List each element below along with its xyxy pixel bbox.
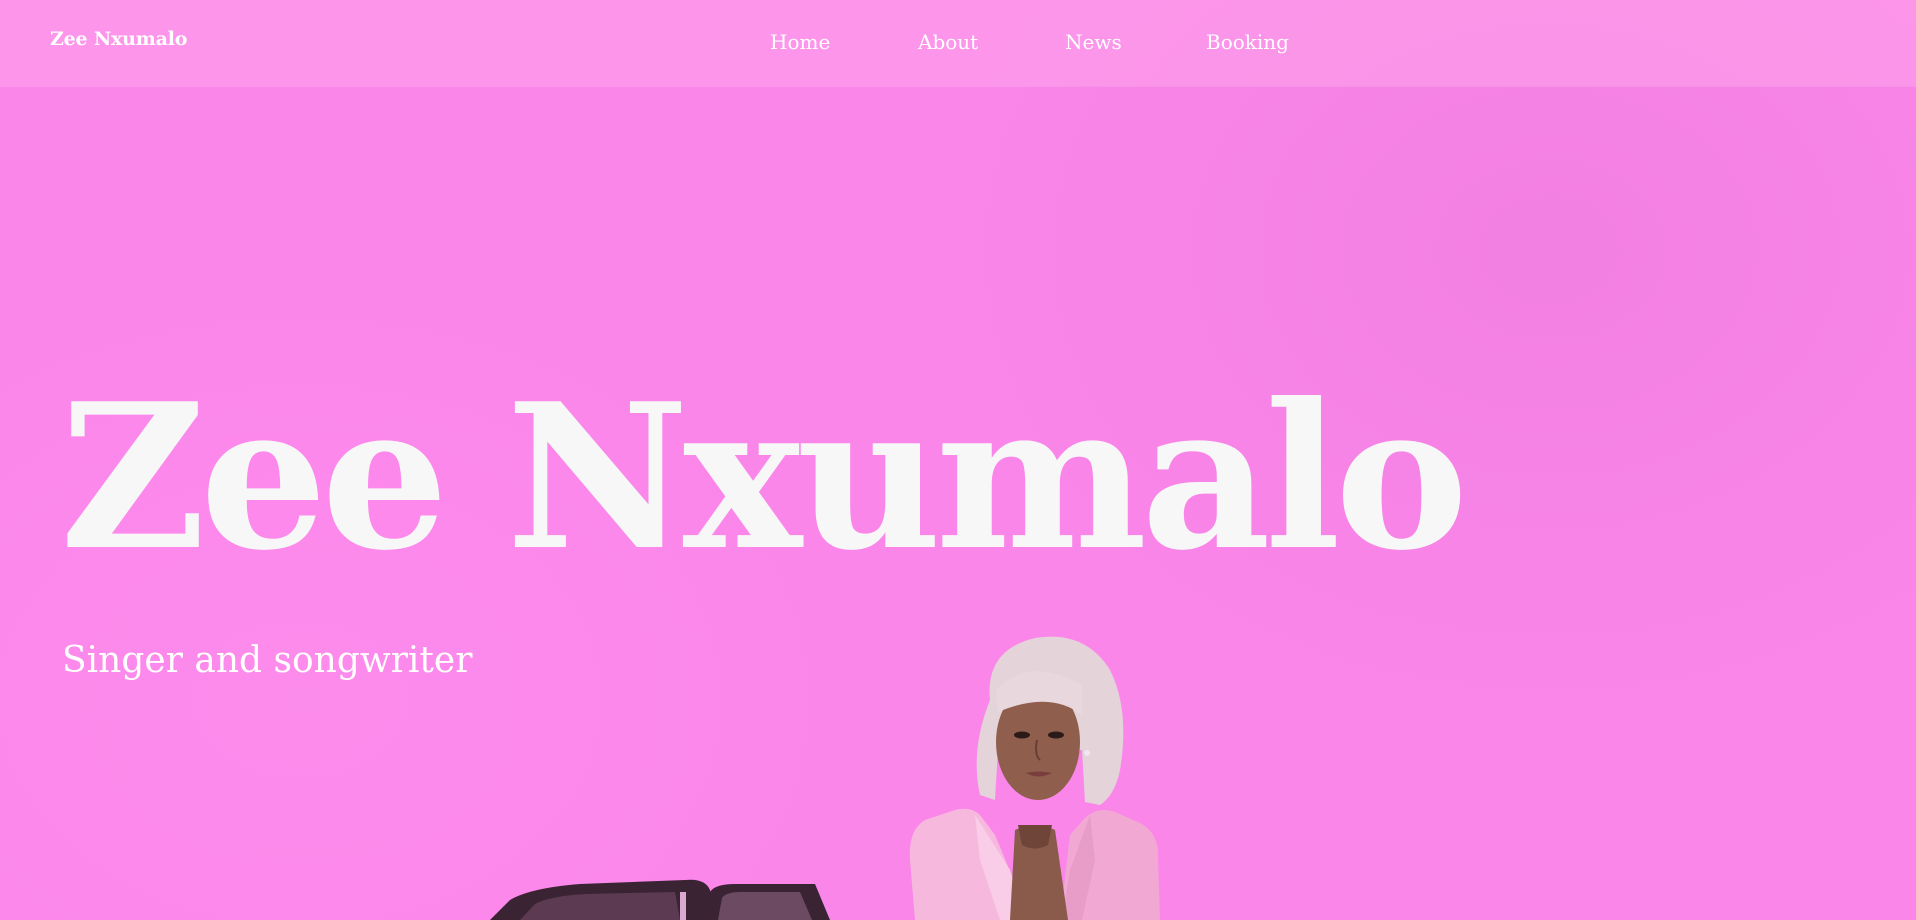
top-nav-bar: Zee Nxumalo Home About News Booking <box>0 0 1916 86</box>
hero-subtitle: Singer and songwriter <box>62 640 473 681</box>
car-shape <box>490 879 830 920</box>
artist-portrait-image <box>490 636 1160 920</box>
nav-link-home[interactable]: Home <box>770 30 830 54</box>
nav-link-news[interactable]: News <box>1065 30 1122 54</box>
nav-link-about[interactable]: About <box>918 30 978 54</box>
brand-logo-link[interactable]: Zee Nxumalo <box>50 28 187 50</box>
page: Zee Nxumalo Home About News Booking Zee … <box>0 0 1916 920</box>
nav-link-booking[interactable]: Booking <box>1206 30 1289 54</box>
hero-title: Zee Nxumalo <box>60 360 1468 595</box>
